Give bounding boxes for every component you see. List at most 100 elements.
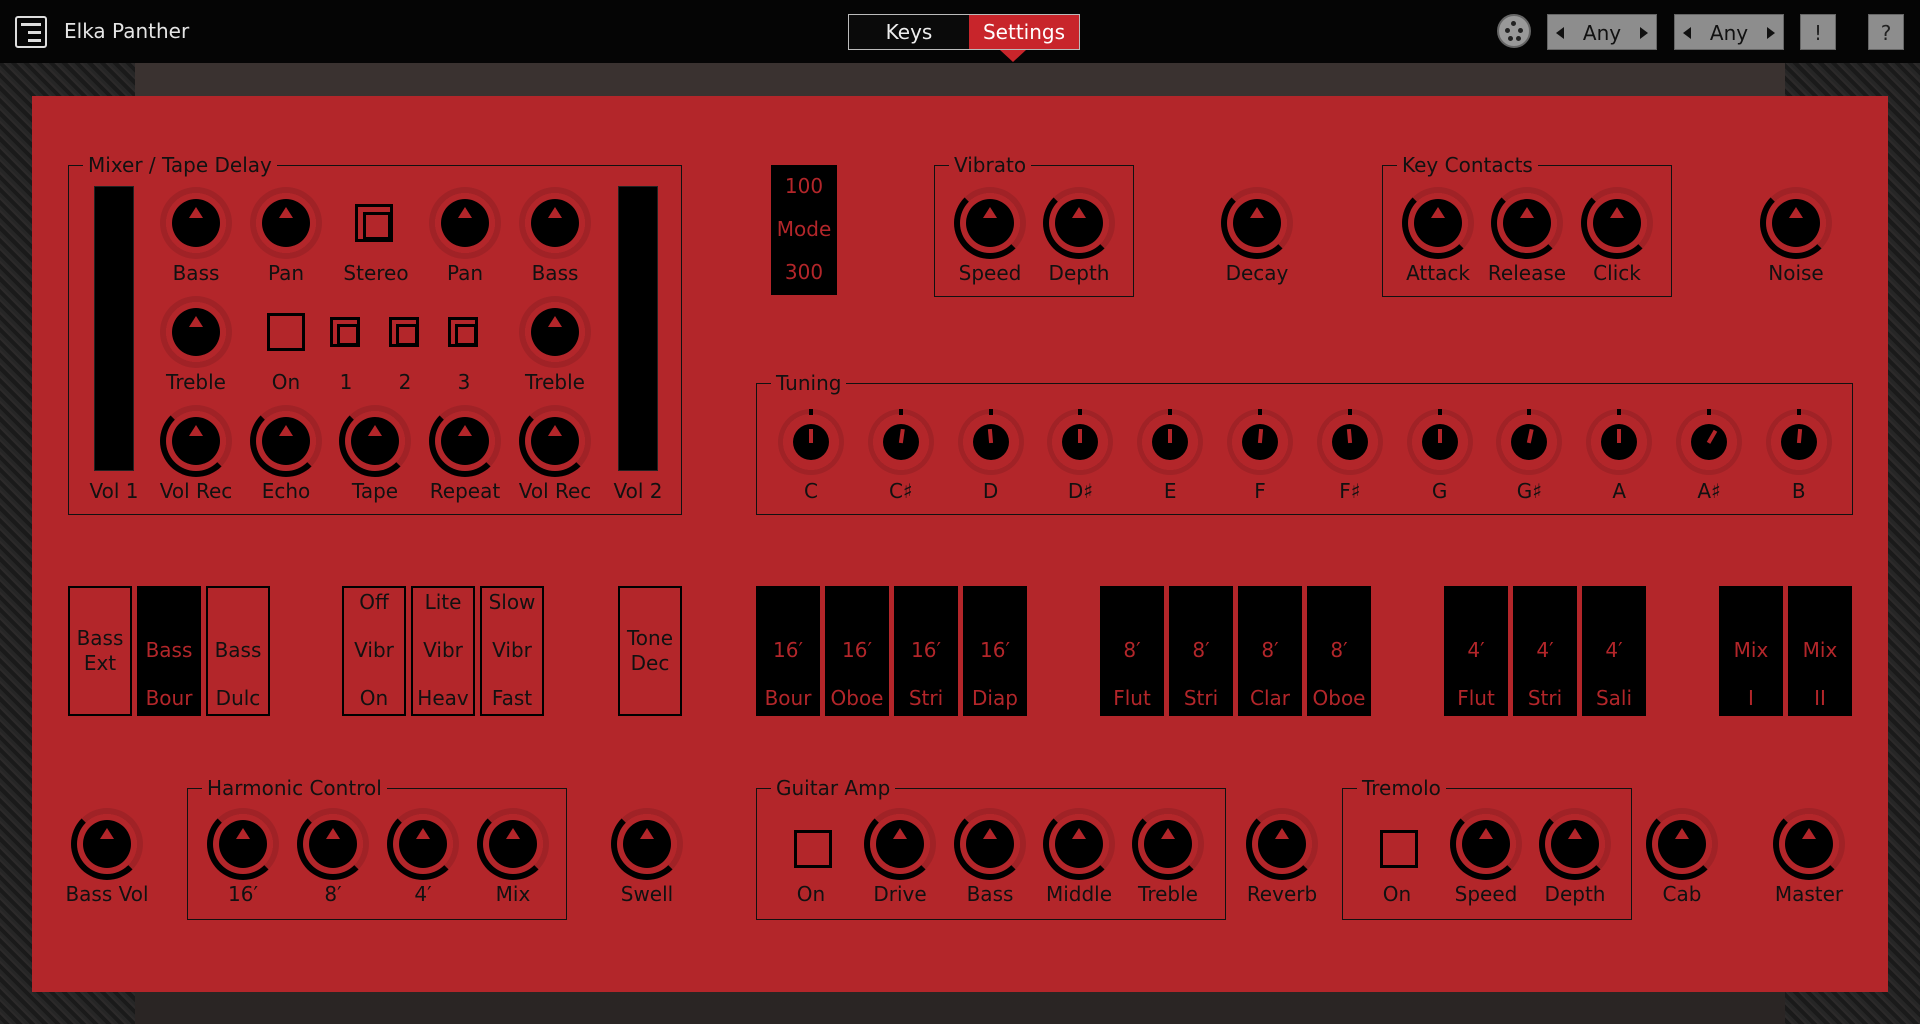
mode-switch[interactable]: 100 Mode 300: [771, 165, 837, 295]
tuning-knob-2[interactable]: [957, 409, 1024, 475]
reverb-knob[interactable]: [1246, 808, 1318, 880]
tab-four-1[interactable]: 4′ Stri: [1513, 586, 1577, 716]
vol-rec1-knob[interactable]: [160, 405, 232, 477]
arrow-left-icon[interactable]: [1683, 27, 1691, 39]
guitar-amp-on-checkbox[interactable]: [794, 830, 832, 868]
info-button[interactable]: !: [1800, 14, 1836, 50]
tab-mix-0[interactable]: Mix I: [1719, 586, 1783, 716]
harmonic-mix-knob[interactable]: [477, 808, 549, 880]
mixer-pan1-knob[interactable]: [250, 187, 322, 259]
vibrato-speed-knob[interactable]: [954, 187, 1026, 259]
tuning-knob-11[interactable]: [1765, 409, 1832, 475]
harmonic-4-knob[interactable]: [387, 808, 459, 880]
tab-bass-2[interactable]: Bass Dulc: [206, 586, 270, 716]
tuning-knob-8[interactable]: [1496, 409, 1563, 475]
tuning-knob-9[interactable]: [1586, 409, 1653, 475]
tuning-knob-4[interactable]: [1137, 409, 1204, 475]
repeat-knob[interactable]: [429, 405, 501, 477]
menu-icon[interactable]: [15, 16, 47, 48]
tab-vibrato-1[interactable]: Lite Vibr Heav: [411, 586, 475, 716]
tuning-knob-0[interactable]: [778, 409, 844, 475]
mixer-bass-knob[interactable]: [160, 187, 232, 259]
vol2-meter[interactable]: [618, 186, 658, 471]
tab-vibrato-0[interactable]: Off Vibr On: [342, 586, 406, 716]
tab-sixteen-3[interactable]: 16′ Diap: [963, 586, 1027, 716]
vol1-meter[interactable]: [94, 186, 134, 471]
head-3-label: 3: [457, 370, 471, 394]
tape-knob[interactable]: [339, 405, 411, 477]
tuning-knob-10[interactable]: [1676, 409, 1742, 475]
tab-eight-0[interactable]: 8′ Flut: [1100, 586, 1164, 716]
tremolo-on-checkbox[interactable]: [1380, 830, 1418, 868]
tuning-knob-7[interactable]: [1406, 409, 1473, 475]
tuning-knob-1[interactable]: [867, 409, 934, 475]
master-knob[interactable]: [1773, 808, 1845, 880]
head-2-checkbox[interactable]: [389, 317, 419, 347]
tab-bass-0[interactable]: Bass Ext: [68, 586, 132, 716]
tremolo-title: Tremolo: [1357, 775, 1446, 801]
attack-knob[interactable]: [1402, 187, 1474, 259]
preset-selector-2[interactable]: Any: [1674, 14, 1784, 50]
tab-sixteen-2[interactable]: 16′ Stri: [894, 586, 958, 716]
click-knob[interactable]: [1581, 187, 1653, 259]
mixer-treble2-knob[interactable]: [519, 296, 591, 368]
preset-selector-1[interactable]: Any: [1547, 14, 1657, 50]
tuning-label-9: A: [1612, 479, 1627, 503]
tremolo-speed-knob[interactable]: [1450, 808, 1522, 880]
tab-four-2[interactable]: 4′ Sali: [1582, 586, 1646, 716]
tab-settings[interactable]: Settings: [969, 15, 1079, 49]
mode-300[interactable]: 300: [771, 251, 837, 294]
amp-treble-knob[interactable]: [1132, 808, 1204, 880]
swell-knob[interactable]: [611, 808, 683, 880]
tab-keys[interactable]: Keys: [849, 15, 969, 49]
mixer-treble-knob[interactable]: [160, 296, 232, 368]
amp-middle-knob[interactable]: [1043, 808, 1115, 880]
selector-2-value: Any: [1709, 21, 1749, 45]
help-button[interactable]: ?: [1868, 14, 1904, 50]
tab-four-0[interactable]: 4′ Flut: [1444, 586, 1508, 716]
vibrato-depth-knob[interactable]: [1043, 187, 1115, 259]
head-3-checkbox[interactable]: [448, 317, 478, 347]
tab-sixteen-0[interactable]: 16′ Bour: [756, 586, 820, 716]
release-knob[interactable]: [1491, 187, 1563, 259]
arrow-left-icon[interactable]: [1556, 27, 1564, 39]
tab-tone-dec[interactable]: Tone Dec: [618, 586, 682, 716]
harmonic-4-label: 4′: [414, 882, 432, 906]
mixer-bass2-knob[interactable]: [519, 187, 591, 259]
midi-icon[interactable]: [1497, 14, 1531, 48]
tab-eight-3[interactable]: 8′ Oboe: [1307, 586, 1371, 716]
harmonic-16-knob[interactable]: [207, 808, 279, 880]
echo-knob[interactable]: [250, 405, 322, 477]
bass-vol-knob[interactable]: [71, 808, 143, 880]
tab-eight-1-text: 8′: [1192, 638, 1210, 662]
mode-100[interactable]: 100: [771, 165, 837, 208]
tab-vibrato-2[interactable]: Slow Vibr Fast: [480, 586, 544, 716]
vol1-label: Vol 1: [89, 479, 139, 503]
head-1-label: 1: [339, 370, 353, 394]
tab-eight-2[interactable]: 8′ Clar: [1238, 586, 1302, 716]
tuning-label-8: G♯: [1516, 479, 1542, 503]
noise-knob[interactable]: [1760, 187, 1832, 259]
tremolo-depth-knob[interactable]: [1539, 808, 1611, 880]
tuning-knob-5[interactable]: [1227, 409, 1293, 475]
decay-knob[interactable]: [1221, 187, 1293, 259]
tab-sixteen-2-text: Stri: [908, 686, 944, 710]
stereo-checkbox[interactable]: [355, 204, 393, 242]
arrow-right-icon[interactable]: [1640, 27, 1648, 39]
mixer-pan2-knob[interactable]: [429, 187, 501, 259]
tab-sixteen-1[interactable]: 16′ Oboe: [825, 586, 889, 716]
drive-knob[interactable]: [864, 808, 936, 880]
cab-knob[interactable]: [1646, 808, 1718, 880]
tremolo-speed-label: Speed: [1454, 882, 1518, 906]
harmonic-8-knob[interactable]: [297, 808, 369, 880]
amp-bass-knob[interactable]: [954, 808, 1026, 880]
tab-mix-1[interactable]: Mix II: [1788, 586, 1852, 716]
tuning-knob-3[interactable]: [1047, 409, 1114, 475]
tab-eight-1[interactable]: 8′ Stri: [1169, 586, 1233, 716]
tuning-knob-6[interactable]: [1316, 409, 1383, 475]
vol-rec2-knob[interactable]: [519, 405, 591, 477]
tab-bass-1[interactable]: Bass Bour: [137, 586, 201, 716]
arrow-right-icon[interactable]: [1767, 27, 1775, 39]
head-1-checkbox[interactable]: [330, 317, 360, 347]
tape-on-checkbox[interactable]: [267, 313, 305, 351]
